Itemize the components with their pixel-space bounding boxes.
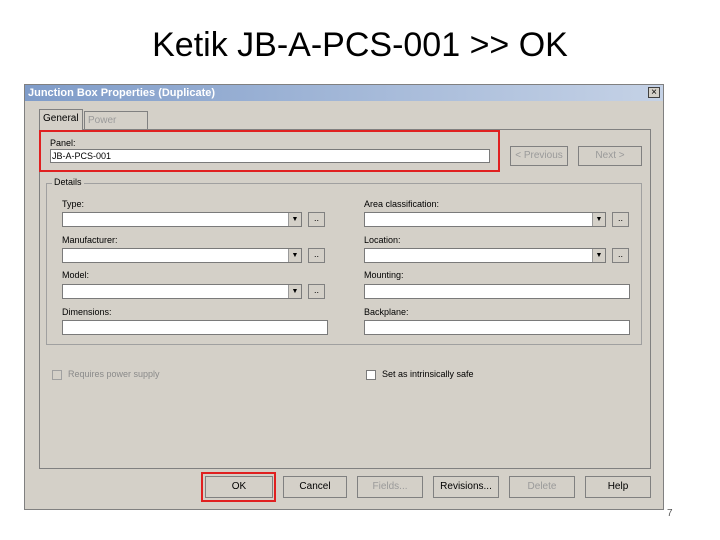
intrinsically-safe-label: Set as intrinsically safe	[382, 369, 474, 379]
dialog-titlebar: Junction Box Properties (Duplicate)	[25, 85, 663, 101]
backplane-input[interactable]	[364, 320, 630, 335]
cancel-button[interactable]: Cancel	[283, 476, 347, 498]
type-select[interactable]: ▼	[62, 212, 302, 227]
slide-title: Ketik JB-A-PCS-001 >> OK	[152, 26, 568, 64]
type-browse-button[interactable]: ..	[308, 212, 325, 227]
mounting-label: Mounting:	[364, 270, 404, 280]
area-classification-browse-button[interactable]: ..	[612, 212, 629, 227]
requires-power-supply-checkbox[interactable]	[52, 370, 62, 380]
area-classification-label: Area classification:	[364, 199, 440, 209]
chevron-down-icon: ▼	[288, 213, 301, 226]
intrinsically-safe-checkbox[interactable]	[366, 370, 376, 380]
help-button[interactable]: Help	[585, 476, 651, 498]
location-select[interactable]: ▼	[364, 248, 606, 263]
tab-panel-general: Panel: JB-A-PCS-001 < Previous Next > De…	[39, 129, 651, 469]
manufacturer-select[interactable]: ▼	[62, 248, 302, 263]
model-browse-button[interactable]: ..	[308, 284, 325, 299]
backplane-label: Backplane:	[364, 307, 409, 317]
chevron-down-icon: ▼	[592, 213, 605, 226]
manufacturer-browse-button[interactable]: ..	[308, 248, 325, 263]
chevron-down-icon: ▼	[592, 249, 605, 262]
panel-highlight-box	[39, 130, 500, 172]
type-label: Type:	[62, 199, 85, 209]
requires-power-supply-label: Requires power supply	[68, 369, 160, 379]
tab-general[interactable]: General	[39, 109, 83, 130]
tab-power-supply[interactable]: Power Supply	[84, 111, 148, 143]
previous-button[interactable]: < Previous	[510, 146, 568, 166]
model-label: Model:	[62, 270, 90, 280]
close-button[interactable]: ×	[648, 87, 660, 98]
ok-highlight-box	[201, 472, 276, 502]
next-button[interactable]: Next >	[578, 146, 642, 166]
dimensions-input[interactable]	[62, 320, 328, 335]
page-number: 7	[667, 508, 673, 519]
fields-button[interactable]: Fields...	[357, 476, 423, 498]
dimensions-label: Dimensions:	[62, 307, 112, 317]
delete-button[interactable]: Delete	[509, 476, 575, 498]
model-select[interactable]: ▼	[62, 284, 302, 299]
chevron-down-icon: ▼	[288, 285, 301, 298]
manufacturer-label: Manufacturer:	[62, 235, 118, 245]
mounting-input[interactable]	[364, 284, 630, 299]
location-label: Location:	[364, 235, 401, 245]
location-browse-button[interactable]: ..	[612, 248, 629, 263]
details-legend: Details	[52, 177, 84, 187]
revisions-button[interactable]: Revisions...	[433, 476, 499, 498]
area-classification-select[interactable]: ▼	[364, 212, 606, 227]
chevron-down-icon: ▼	[288, 249, 301, 262]
